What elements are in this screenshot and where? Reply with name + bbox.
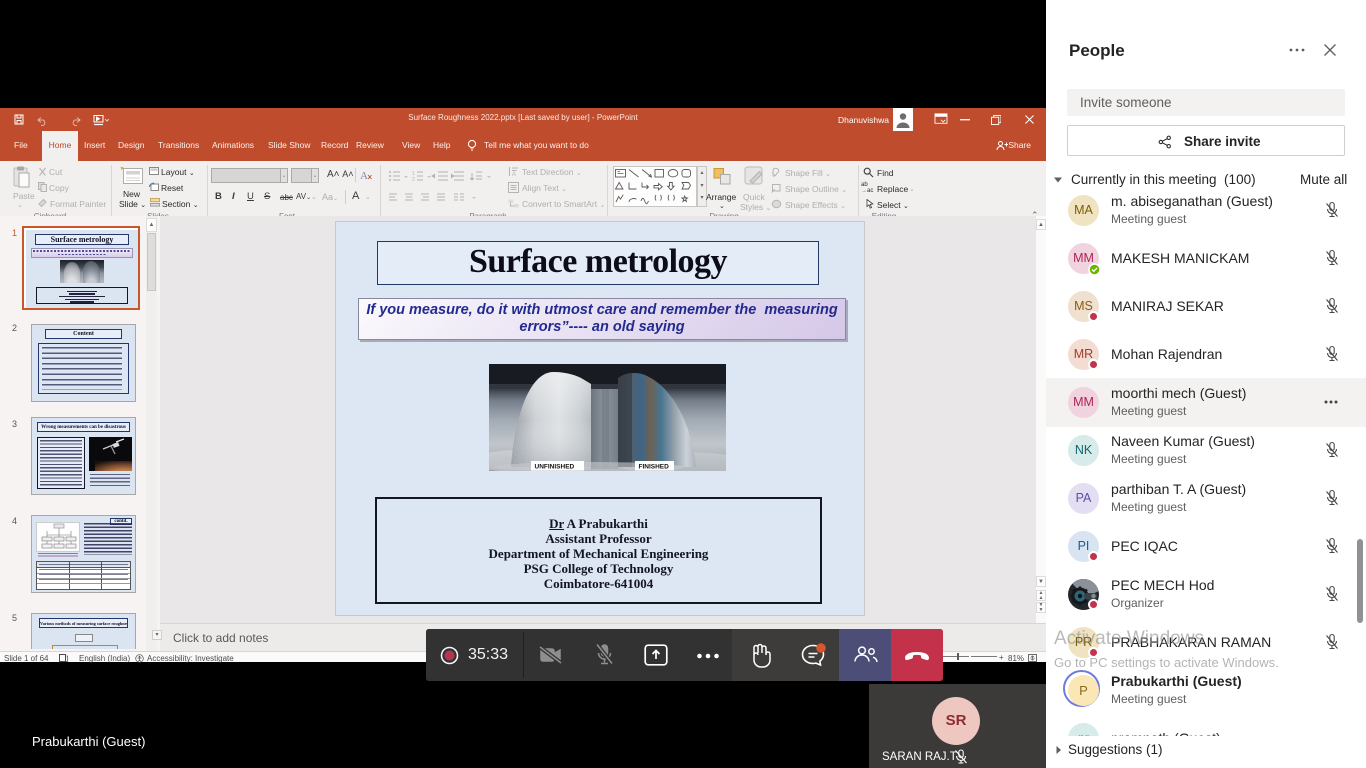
svg-text:A: A [360, 170, 368, 181]
svg-text:FINISHED: FINISHED [639, 464, 670, 471]
svg-text:2: 2 [412, 177, 415, 182]
svg-text:UNFINISHED: UNFINISHED [535, 464, 575, 471]
svg-text:A: A [512, 172, 516, 177]
